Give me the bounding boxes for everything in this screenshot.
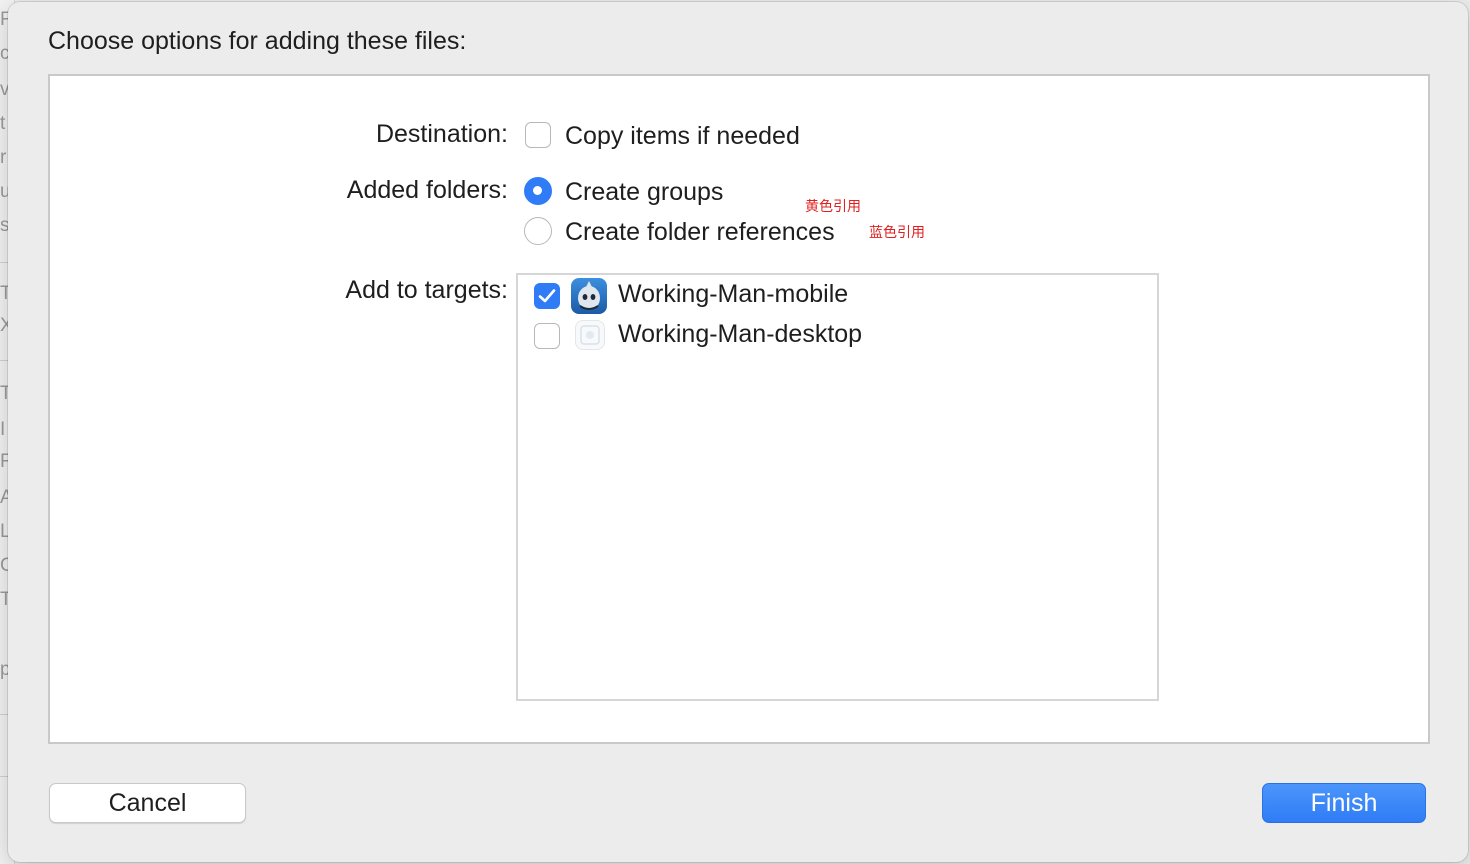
create-groups-label[interactable]: Create groups [565,178,723,207]
generic-app-icon [575,320,605,350]
copy-items-label[interactable]: Copy items if needed [565,122,800,151]
target-checkbox-checked[interactable] [534,283,560,309]
finish-button[interactable]: Finish [1262,783,1426,823]
sheet-title: Choose options for adding these files: [48,27,467,55]
add-files-sheet: Choose options for adding these files: D… [8,2,1468,862]
cancel-button[interactable]: Cancel [49,783,246,823]
create-groups-radio[interactable] [524,177,552,205]
create-folder-references-label[interactable]: Create folder references [565,218,835,247]
create-groups-annotation: 黄色引用 [805,198,861,214]
options-panel: Destination: Copy items if needed Added … [48,74,1430,744]
copy-items-checkbox[interactable] [525,122,551,148]
added-folders-label: Added folders: [346,176,508,204]
create-folder-references-radio[interactable] [524,217,552,245]
cocos-app-icon [571,278,607,314]
checkmark-icon [538,289,556,303]
create-folder-references-annotation: 蓝色引用 [869,224,925,240]
destination-label: Destination: [375,120,508,148]
target-name[interactable]: Working-Man-desktop [618,320,862,349]
target-checkbox[interactable] [534,323,560,349]
targets-list[interactable]: Working-Man-mobile Working-Man-desktop [516,273,1159,701]
add-to-targets-label: Add to targets: [345,276,508,304]
target-name[interactable]: Working-Man-mobile [618,280,848,309]
